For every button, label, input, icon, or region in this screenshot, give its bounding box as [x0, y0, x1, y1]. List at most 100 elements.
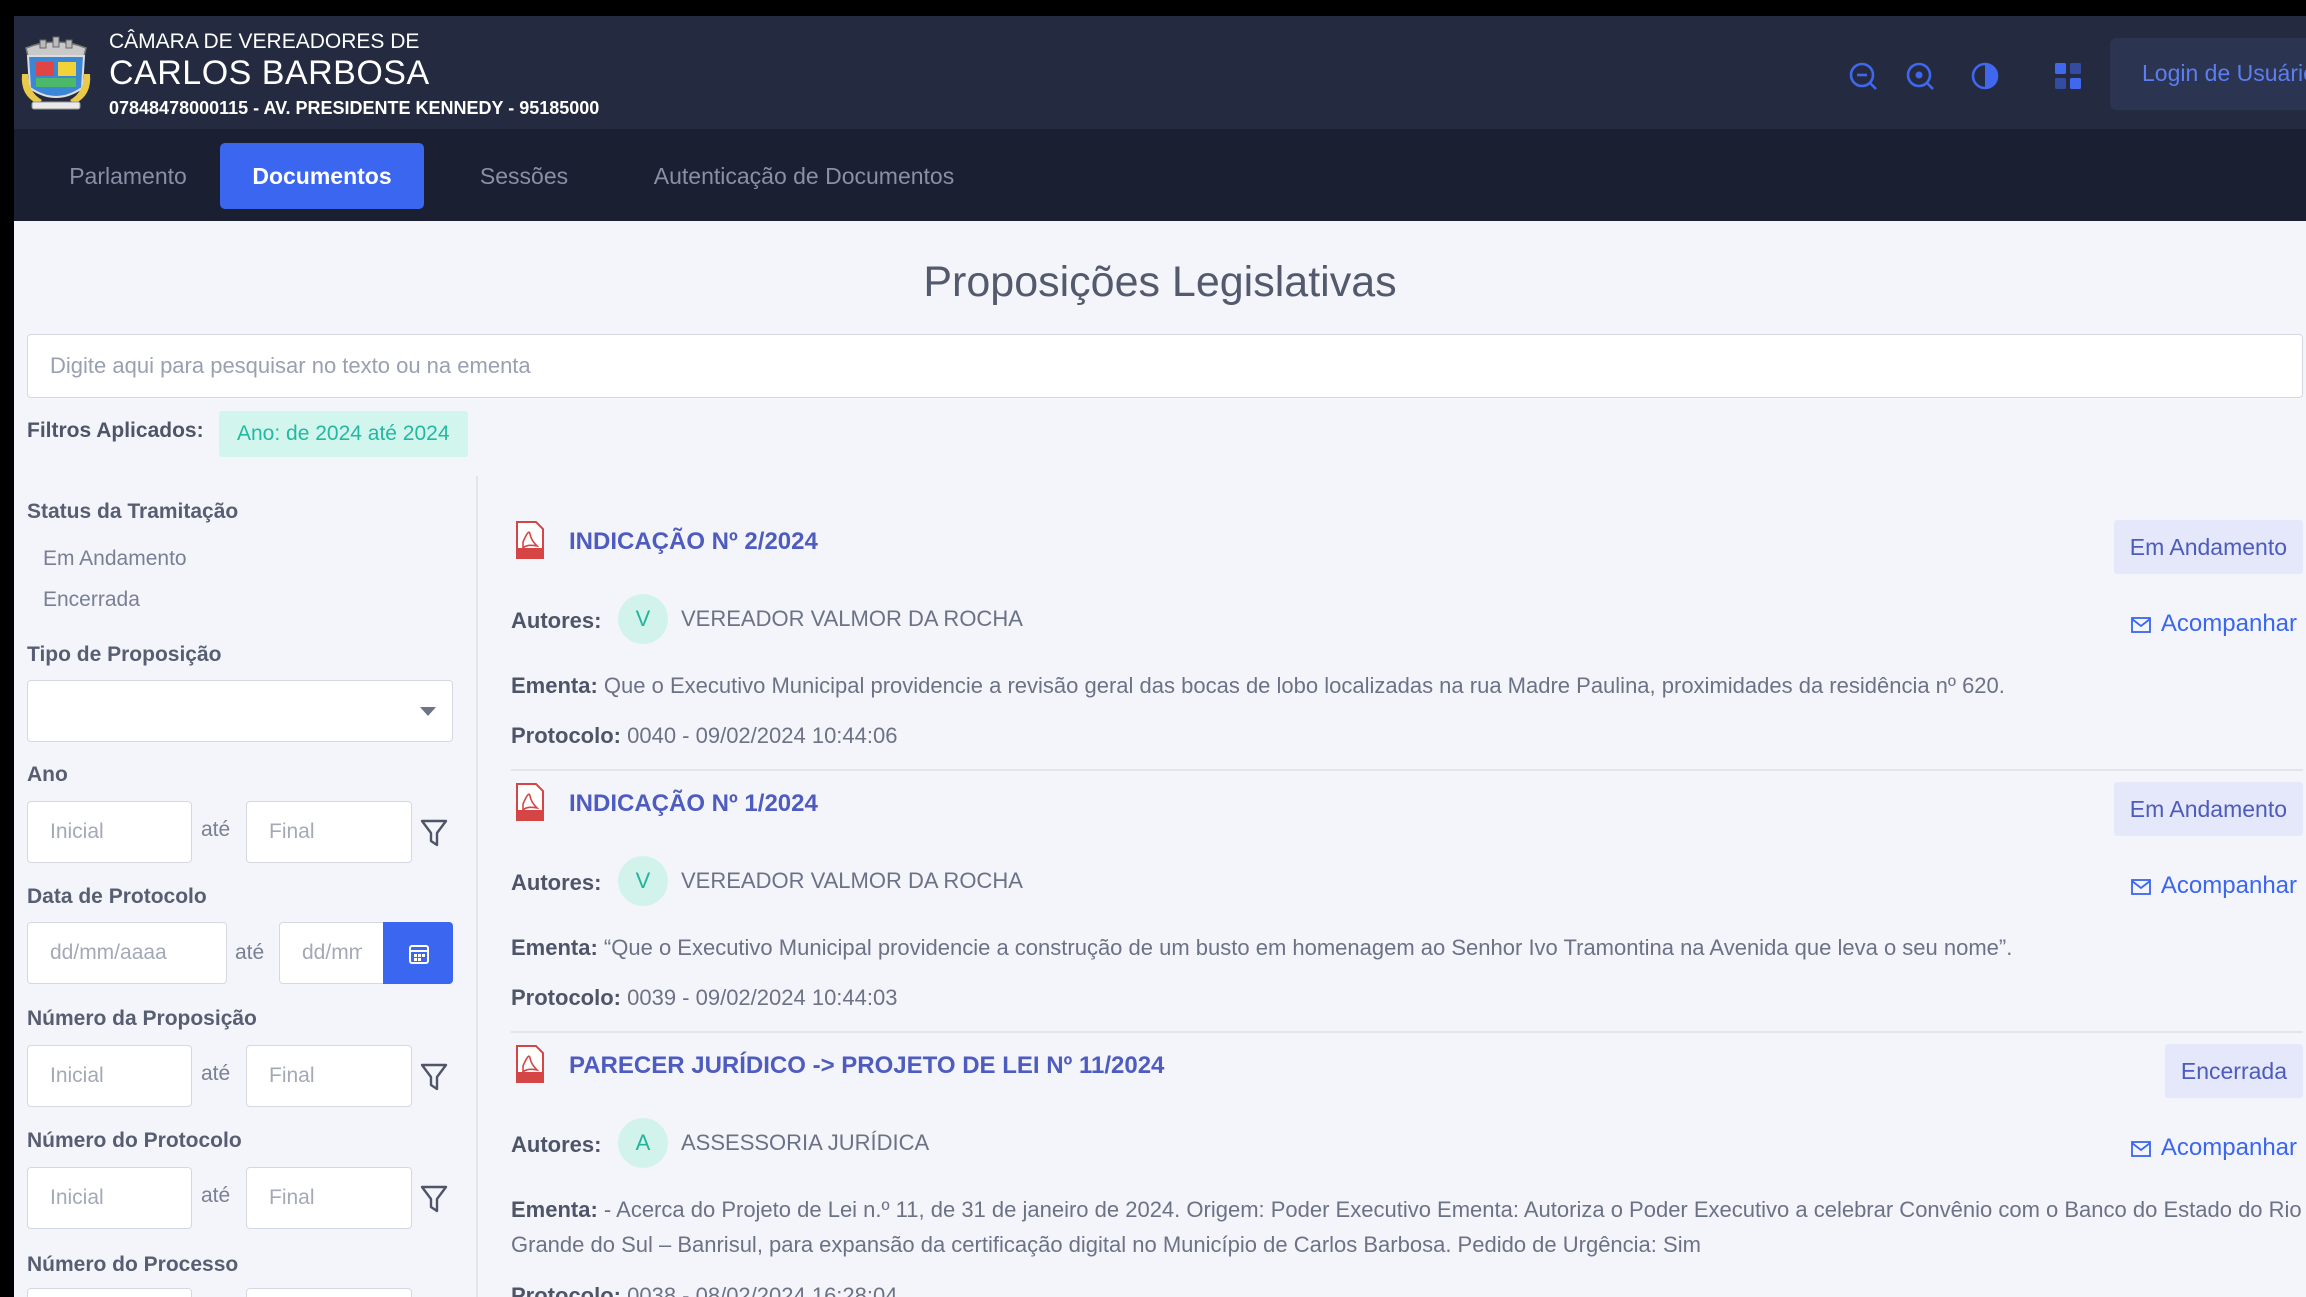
- item-divider: [511, 769, 2303, 771]
- numero-start-input[interactable]: [27, 1045, 192, 1107]
- follow-label: Acompanhar: [2160, 610, 2297, 637]
- ano-end-input[interactable]: [246, 801, 412, 863]
- follow-button[interactable]: Acompanhar: [2131, 872, 2297, 900]
- ano-start-input[interactable]: [27, 801, 192, 863]
- data-end-input[interactable]: [279, 922, 385, 984]
- protocol-value: 0040 - 09/02/2024 10:44:06: [627, 723, 898, 748]
- tab-sessoes[interactable]: Sessões: [454, 143, 594, 209]
- result-item: INDICAÇÃO Nº 1/2024 Em Andamento Autores…: [511, 782, 2303, 1033]
- author-avatar: A: [618, 1118, 668, 1168]
- page-title: Proposições Legislativas: [923, 258, 1397, 306]
- processo-end-input[interactable]: [246, 1288, 412, 1297]
- authors-label: Autores:: [511, 1132, 602, 1157]
- protocol-text: Protocolo: 0038 - 08/02/2024 16:28:04: [511, 1278, 897, 1297]
- numero-proposicao-heading: Número da Proposição: [27, 1007, 257, 1030]
- envelope-icon: [2131, 1141, 2151, 1157]
- follow-button[interactable]: Acompanhar: [2131, 610, 2297, 638]
- protocolo-start-input[interactable]: [27, 1167, 192, 1229]
- numero-filter-icon[interactable]: [418, 1060, 450, 1094]
- ementa-label: Ementa:: [511, 935, 598, 960]
- org-name: CARLOS BARBOSA: [109, 54, 430, 92]
- numero-protocolo-heading: Número do Protocolo: [27, 1129, 242, 1152]
- status-option-em-andamento[interactable]: Em Andamento: [43, 547, 187, 571]
- apps-grid-icon[interactable]: [2052, 60, 2084, 92]
- protocolo-end-input[interactable]: [246, 1167, 412, 1229]
- data-start-input[interactable]: [27, 922, 227, 984]
- status-heading: Status da Tramitação: [27, 500, 239, 523]
- org-line1: CÂMARA DE VEREADORES DE: [109, 30, 420, 53]
- author-name: VEREADOR VALMOR DA ROCHA: [681, 606, 1023, 631]
- tipo-select[interactable]: [27, 680, 453, 742]
- ementa-value: - Acerca do Projeto de Lei n.º 11, de 31…: [511, 1197, 2302, 1257]
- result-item: PARECER JURÍDICO -> PROJETO DE LEI Nº 11…: [511, 1044, 2303, 1297]
- data-range-sep: até: [235, 941, 265, 964]
- item-divider: [511, 1031, 2303, 1033]
- login-button[interactable]: Login de Usuário: [2110, 38, 2306, 110]
- pdf-icon[interactable]: [515, 1044, 545, 1084]
- app-window: CÂMARA DE VEREADORES DE CARLOS BARBOSA 0…: [14, 16, 2306, 1297]
- applied-filters-label: Filtros Aplicados:: [27, 419, 204, 442]
- search-input[interactable]: [27, 334, 2303, 398]
- result-title[interactable]: INDICAÇÃO Nº 1/2024: [569, 790, 818, 818]
- result-item: INDICAÇÃO Nº 2/2024 Em Andamento Autores…: [511, 520, 2303, 771]
- author-name: VEREADOR VALMOR DA ROCHA: [681, 868, 1023, 893]
- top-header: CÂMARA DE VEREADORES DE CARLOS BARBOSA 0…: [14, 16, 2306, 129]
- ementa-text: Ementa: Que o Executivo Municipal provid…: [511, 668, 2303, 703]
- coat-of-arms-logo: [21, 36, 91, 110]
- author-avatar: V: [618, 594, 668, 644]
- numero-end-input[interactable]: [246, 1045, 412, 1107]
- contrast-icon[interactable]: [1969, 60, 2001, 92]
- status-option-encerrada[interactable]: Encerrada: [43, 588, 140, 612]
- chevron-down-icon: [420, 707, 436, 716]
- protocol-label: Protocolo:: [511, 985, 621, 1010]
- protocol-value: 0039 - 09/02/2024 10:44:03: [627, 985, 898, 1010]
- pdf-icon[interactable]: [515, 782, 545, 822]
- envelope-icon: [2131, 879, 2151, 895]
- protocolo-filter-icon[interactable]: [418, 1182, 450, 1216]
- ementa-label: Ementa:: [511, 673, 598, 698]
- result-title[interactable]: INDICAÇÃO Nº 2/2024: [569, 528, 818, 556]
- ementa-value: “Que o Executivo Municipal providencie a…: [603, 935, 2013, 960]
- envelope-icon: [2131, 617, 2151, 633]
- ementa-label: Ementa:: [511, 1197, 598, 1222]
- follow-label: Acompanhar: [2160, 1134, 2297, 1161]
- status-badge: Em Andamento: [2113, 520, 2303, 574]
- numero-processo-heading: Número do Processo: [27, 1253, 239, 1276]
- main-nav: Parlamento Documentos Sessões Autenticaç…: [14, 129, 2306, 221]
- status-badge: Em Andamento: [2113, 782, 2303, 836]
- applied-filter-badge[interactable]: Ano: de 2024 até 2024: [219, 411, 468, 457]
- protocolo-range-sep: até: [201, 1184, 231, 1207]
- protocol-text: Protocolo: 0040 - 09/02/2024 10:44:06: [511, 718, 897, 753]
- processo-start-input[interactable]: [27, 1288, 192, 1297]
- ementa-text: Ementa: - Acerca do Projeto de Lei n.º 1…: [511, 1192, 2303, 1262]
- protocol-text: Protocolo: 0039 - 09/02/2024 10:44:03: [511, 980, 897, 1015]
- tab-autenticacao[interactable]: Autenticação de Documentos: [614, 143, 994, 209]
- ementa-text: Ementa: “Que o Executivo Municipal provi…: [511, 930, 2303, 965]
- protocol-label: Protocolo:: [511, 723, 621, 748]
- tipo-heading: Tipo de Proposição: [27, 643, 222, 666]
- data-protocolo-heading: Data de Protocolo: [27, 885, 207, 908]
- protocol-label: Protocolo:: [511, 1283, 621, 1297]
- calendar-button[interactable]: [383, 922, 453, 984]
- author-avatar: V: [618, 856, 668, 906]
- calendar-icon: [409, 945, 429, 964]
- authors-label: Autores:: [511, 870, 602, 895]
- status-badge: Encerrada: [2164, 1044, 2303, 1098]
- ano-heading: Ano: [27, 763, 68, 786]
- org-address: 07848478000115 - AV. PRESIDENTE KENNEDY …: [109, 98, 600, 118]
- authors-label: Autores:: [511, 608, 602, 633]
- zoom-in-icon[interactable]: [1904, 60, 1936, 92]
- protocol-value: 0038 - 08/02/2024 16:28:04: [627, 1283, 898, 1297]
- zoom-out-icon[interactable]: [1847, 60, 1879, 92]
- author-name: ASSESSORIA JURÍDICA: [681, 1130, 930, 1155]
- ano-filter-icon[interactable]: [418, 816, 450, 850]
- pdf-icon[interactable]: [515, 520, 545, 560]
- result-title[interactable]: PARECER JURÍDICO -> PROJETO DE LEI Nº 11…: [569, 1052, 1164, 1080]
- tab-documentos[interactable]: Documentos: [220, 143, 424, 209]
- numero-range-sep: até: [201, 1062, 231, 1085]
- follow-button[interactable]: Acompanhar: [2131, 1134, 2297, 1162]
- tab-parlamento[interactable]: Parlamento: [28, 143, 228, 209]
- sidebar-divider: [476, 476, 478, 1297]
- ano-range-sep: até: [201, 818, 231, 841]
- follow-label: Acompanhar: [2160, 872, 2297, 899]
